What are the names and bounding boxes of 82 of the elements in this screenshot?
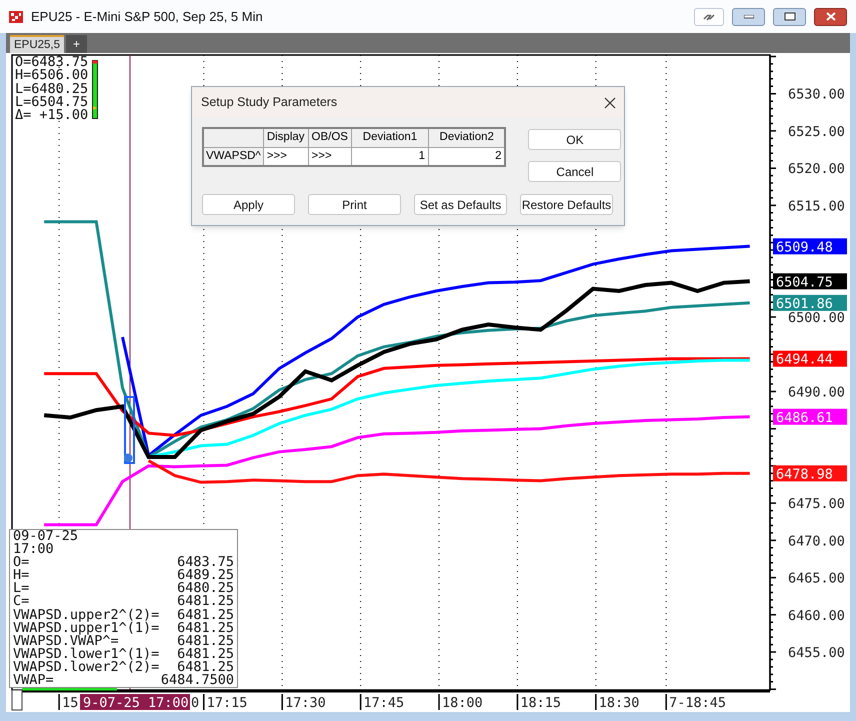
bar-range-icon (92, 60, 98, 119)
link-button[interactable] (694, 8, 724, 26)
dialog-title: Setup Study Parameters (201, 94, 338, 112)
minimize-icon (744, 14, 754, 18)
dialog-button[interactable]: Print (308, 194, 401, 215)
data-label: VWAPSD.upper2^(2)= (13, 608, 160, 622)
data-value: 6481.25 (177, 660, 234, 674)
quote-line: H=6506.00 (15, 69, 88, 83)
y-axis-label: 6530.00 (788, 86, 845, 103)
cursor-time-label: 9-07-25 17:00 (80, 694, 190, 711)
scroll-thumb[interactable] (22, 688, 117, 690)
data-value: 6481.25 (177, 634, 234, 648)
dialog-button[interactable]: Cancel (528, 161, 622, 182)
x-tick-label: 15 (62, 695, 78, 711)
quote-line: L=6480.25 (15, 82, 88, 96)
x-axis-label: 15 (58, 694, 78, 711)
chart-tab[interactable]: EPU25,5 (10, 35, 64, 53)
data-time: 17:00 (13, 543, 55, 556)
data-label: O= (13, 556, 30, 570)
data-label: VWAPSD.VWAP^= (13, 634, 119, 648)
y-axis-label: 6500.00 (788, 310, 845, 326)
y-axis-label: 6460.00 (788, 608, 845, 624)
data-label: VWAP= (13, 674, 54, 688)
y-axis-label: 6475.00 (788, 496, 845, 512)
dialog-button[interactable]: Set as Defaults (414, 194, 507, 215)
dialog-button[interactable]: Restore Defaults (520, 194, 613, 215)
quote-line: Δ= +15.00 (15, 109, 88, 122)
y-axis-label: 6465.00 (788, 570, 845, 587)
scroll-box[interactable] (12, 690, 22, 710)
y-axis-label: 6520.00 (788, 161, 845, 178)
data-label: VWAPSD.upper1^(1)= (13, 622, 160, 635)
restore-button[interactable] (773, 8, 806, 26)
y-axis-label: 6455.00 (788, 645, 845, 662)
y-axis-label: 6525.00 (788, 124, 845, 140)
column-header: Deviation1 (351, 128, 428, 147)
data-label: H= (13, 569, 30, 582)
dialog-button[interactable]: OK (528, 129, 622, 150)
column-header: OB/OS (308, 128, 352, 147)
data-value: 6480.25 (177, 582, 234, 596)
data-value: 6484.7500 (160, 674, 234, 688)
price-axis-label: 6509.48 (773, 238, 847, 256)
data-label: VWAPSD.lower1^(1)= (13, 648, 160, 661)
close-button[interactable] (814, 8, 847, 26)
bar-selection-marker (124, 396, 136, 464)
data-value: 6481.25 (177, 608, 234, 622)
data-value: 6489.25 (177, 569, 234, 582)
data-date: 09-07-25 (13, 530, 80, 544)
x-axis-label: 17:45 (360, 694, 404, 711)
data-value: 6481.25 (177, 648, 234, 661)
data-value: 6481.25 (177, 595, 234, 609)
x-axis-label: 18:30 (595, 694, 640, 711)
data-value: 6481.25 (177, 622, 234, 635)
price-axis-label: 6501.86 (773, 294, 847, 312)
x-axis-label: 7-18:45 (665, 694, 726, 711)
dialog-button[interactable]: Apply (202, 194, 295, 215)
x-axis-label: 18:00 (438, 694, 483, 711)
close-icon (826, 12, 836, 21)
y-axis-label: 6515.00 (788, 198, 845, 214)
price-axis-label: 6504.75 (773, 273, 847, 290)
x-axis-label: 18:15 (516, 694, 561, 711)
close-icon[interactable] (604, 96, 616, 108)
quote-line: O=6483.75 (15, 56, 88, 70)
minimize-button[interactable] (732, 8, 765, 26)
data-value: 6483.75 (177, 556, 234, 570)
price-axis-label: 6478.98 (773, 465, 847, 482)
y-axis-label: 6470.00 (788, 533, 845, 550)
data-label: L= (13, 582, 30, 596)
window-title: EPU25 - E-Mini S&P 500, Sep 25, 5 Min (31, 8, 264, 26)
app-icon (9, 10, 23, 22)
restore-icon (784, 12, 796, 21)
x-axis-label: 17:30 (281, 694, 326, 711)
quote-line: L=6504.75 (15, 96, 88, 110)
price-axis-label: 6494.44 (773, 350, 847, 368)
row-header: VWAPSD^ (203, 147, 264, 166)
column-header: Display (263, 128, 308, 147)
data-label: VWAPSD.lower2^(2)= (13, 660, 160, 674)
data-label: C= (13, 595, 30, 609)
price-axis-label: 6486.61 (773, 408, 847, 426)
x-axis-label: 17:15 (203, 694, 248, 711)
chart-tab[interactable]: + (66, 35, 88, 53)
y-axis-label: 6490.00 (788, 384, 845, 400)
x-axis-label: 0 (191, 695, 200, 711)
